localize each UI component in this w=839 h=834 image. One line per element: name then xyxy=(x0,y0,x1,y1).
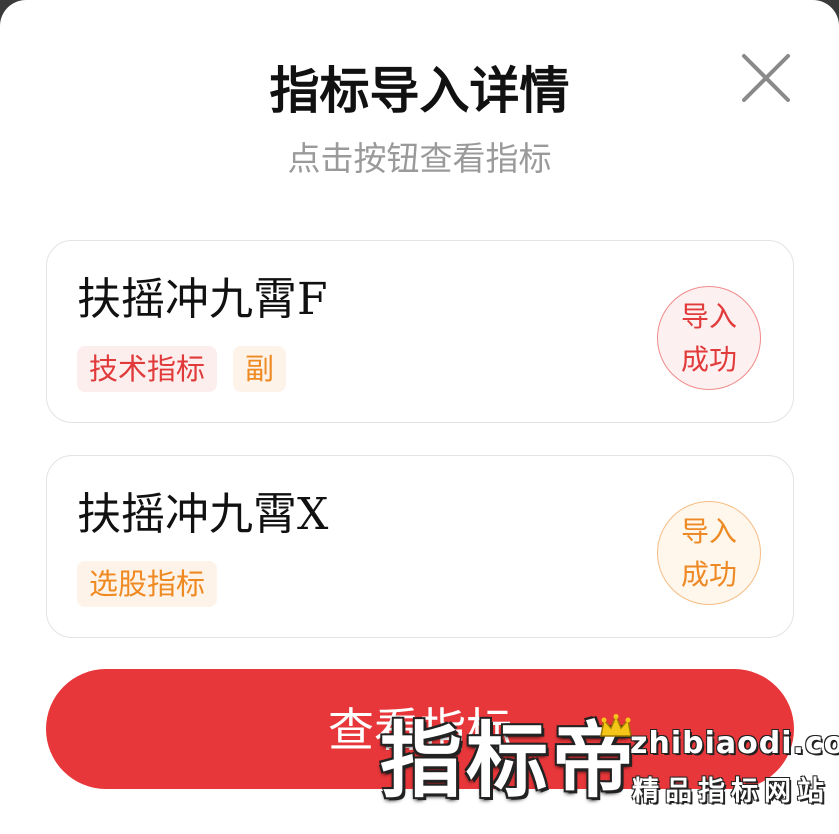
close-button[interactable] xyxy=(738,50,794,106)
import-success-stamp: 导入 成功 xyxy=(657,286,761,390)
indicator-tags: 选股指标 xyxy=(77,561,218,607)
import-details-dialog: 指标导入详情 点击按钮查看指标 扶摇冲九霄F 技术指标 副 导入 成功 扶摇冲九… xyxy=(0,0,839,834)
indicator-tags: 技术指标 副 xyxy=(77,346,287,392)
indicator-card: 扶摇冲九霄F 技术指标 副 导入 成功 xyxy=(46,240,794,423)
dialog-subtitle: 点击按钮查看指标 xyxy=(287,139,552,178)
indicator-name: 扶摇冲九霄X xyxy=(77,489,329,540)
import-success-stamp: 导入 成功 xyxy=(657,501,761,605)
stamp-line-2: 成功 xyxy=(680,343,737,376)
tag-stock-screening-indicator: 选股指标 xyxy=(77,561,218,607)
dialog-title: 指标导入详情 xyxy=(269,62,570,120)
stamp-line-2: 成功 xyxy=(680,558,737,591)
view-indicators-button[interactable]: 查看指标 xyxy=(46,669,794,789)
stamp-line-1: 导入 xyxy=(680,300,737,333)
tag-sub-chart: 副 xyxy=(233,346,287,392)
close-icon xyxy=(742,54,790,102)
tag-technical-indicator: 技术指标 xyxy=(77,346,218,392)
stamp-line-1: 导入 xyxy=(680,515,737,548)
indicator-name: 扶摇冲九霄F xyxy=(77,274,328,325)
indicator-card: 扶摇冲九霄X 选股指标 导入 成功 xyxy=(46,455,794,638)
